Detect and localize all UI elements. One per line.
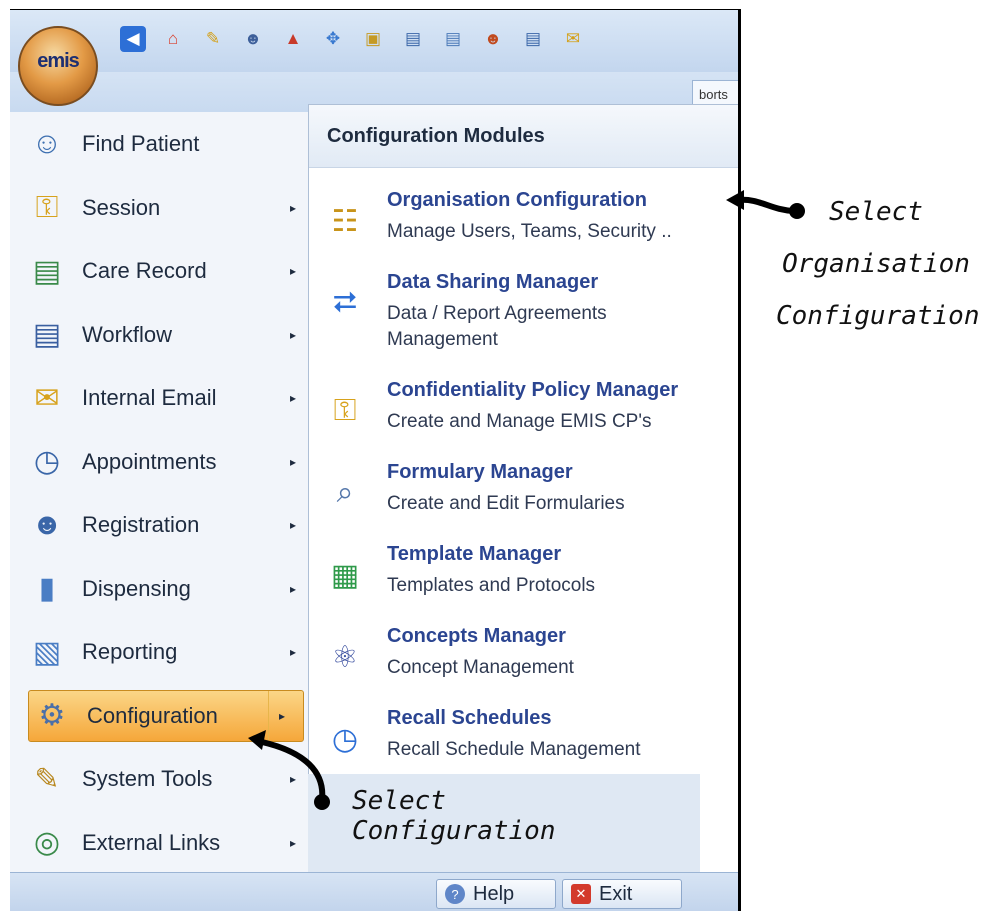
config-arrow (248, 730, 330, 810)
